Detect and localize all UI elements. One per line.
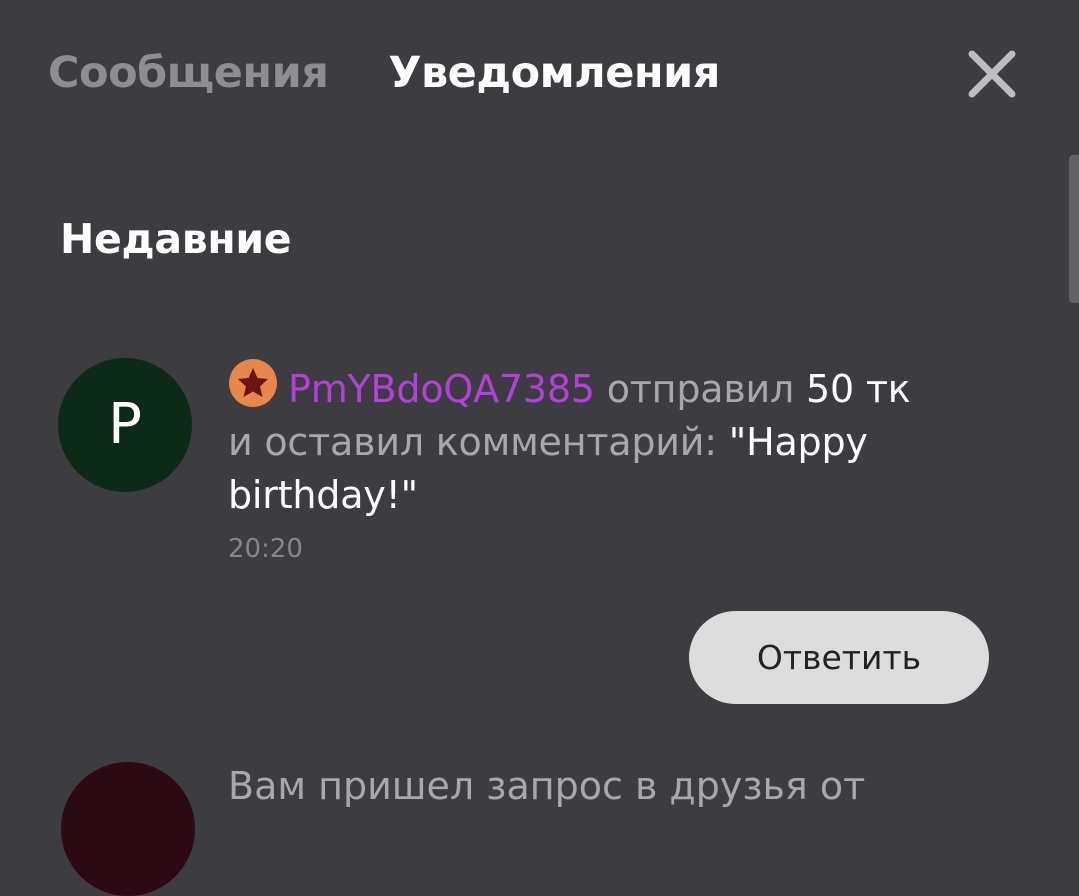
scrollbar[interactable]	[1069, 155, 1079, 303]
timestamp: 20:20	[228, 534, 303, 564]
tab-messages[interactable]: Сообщения	[48, 48, 329, 98]
middle-text: и оставил комментарий:	[228, 420, 717, 464]
friend-request-text: Вам пришел запрос в друзья от	[228, 764, 866, 808]
username-link[interactable]: PmYBdoQA7385	[288, 367, 595, 411]
sent-text: отправил	[606, 367, 795, 411]
tab-notifications[interactable]: Уведомления	[388, 48, 720, 98]
close-icon	[968, 50, 1016, 98]
avatar[interactable]	[61, 762, 195, 896]
notification-body: PmYBdoQA7385 отправил 50 тк и оставил ко…	[228, 358, 938, 564]
avatar[interactable]: P	[58, 358, 192, 492]
close-button[interactable]	[966, 48, 1018, 100]
reply-button[interactable]: Ответить	[689, 611, 989, 704]
notification-text: PmYBdoQA7385 отправил 50 тк и оставил ко…	[228, 358, 938, 522]
section-title: Недавние	[60, 215, 292, 263]
star-badge-icon	[229, 359, 277, 407]
avatar-letter: P	[108, 392, 142, 457]
tab-bar: Сообщения Уведомления	[48, 48, 720, 98]
amount: 50 тк	[806, 367, 911, 411]
